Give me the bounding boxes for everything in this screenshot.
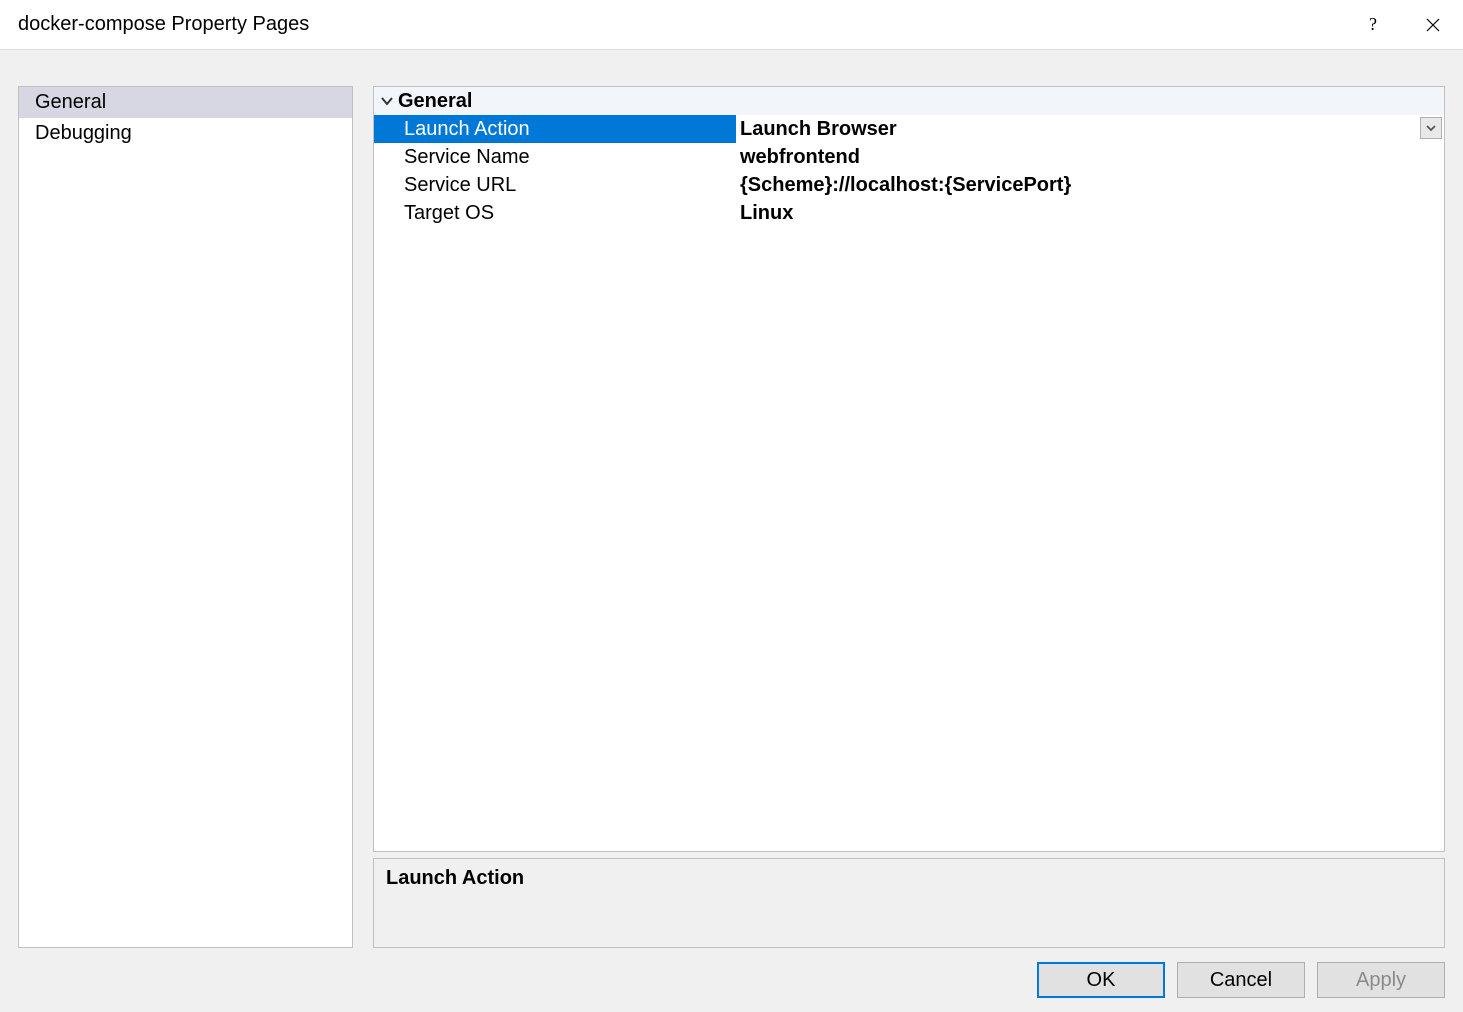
window-title: docker-compose Property Pages [18,13,1343,36]
collapse-icon[interactable] [380,94,400,108]
cancel-button[interactable]: Cancel [1177,962,1305,998]
close-icon [1426,18,1440,32]
prop-value[interactable]: webfrontend [736,143,1444,171]
prop-label: Service URL [374,171,736,199]
prop-row-launch-action[interactable]: Launch Action Launch Browser [374,115,1444,143]
prop-value-text: {Scheme}://localhost:{ServicePort} [740,174,1071,197]
category-label: General [398,90,472,113]
prop-value-text: webfrontend [740,146,860,169]
prop-value[interactable]: Linux [736,199,1444,227]
property-grid[interactable]: General Launch Action Launch Browser Ser… [373,86,1445,852]
apply-button: Apply [1317,962,1445,998]
prop-value[interactable]: {Scheme}://localhost:{ServicePort} [736,171,1444,199]
dropdown-button[interactable] [1420,117,1442,139]
description-panel: Launch Action [373,858,1445,948]
category-header[interactable]: General [374,87,1444,115]
content-panes: General Debugging General Launch Action … [18,86,1445,948]
prop-label: Target OS [374,199,736,227]
prop-value-text: Linux [740,202,793,225]
help-button[interactable]: ? [1343,0,1403,50]
dialog-body: General Debugging General Launch Action … [0,50,1463,1012]
prop-row-target-os[interactable]: Target OS Linux [374,199,1444,227]
ok-button[interactable]: OK [1037,962,1165,998]
prop-row-service-name[interactable]: Service Name webfrontend [374,143,1444,171]
close-button[interactable] [1403,0,1463,50]
sidebar-item-debugging[interactable]: Debugging [19,118,352,149]
title-bar: docker-compose Property Pages ? [0,0,1463,50]
category-sidebar[interactable]: General Debugging [18,86,353,948]
prop-value-text: Launch Browser [740,118,897,141]
main-pane: General Launch Action Launch Browser Ser… [373,86,1445,948]
sidebar-item-general[interactable]: General [19,87,352,118]
button-bar: OK Cancel Apply [18,958,1445,998]
chevron-down-icon [1426,124,1436,132]
description-title: Launch Action [386,867,1432,890]
prop-value[interactable]: Launch Browser [736,115,1444,143]
prop-label: Launch Action [374,115,736,143]
prop-label: Service Name [374,143,736,171]
prop-row-service-url[interactable]: Service URL {Scheme}://localhost:{Servic… [374,171,1444,199]
